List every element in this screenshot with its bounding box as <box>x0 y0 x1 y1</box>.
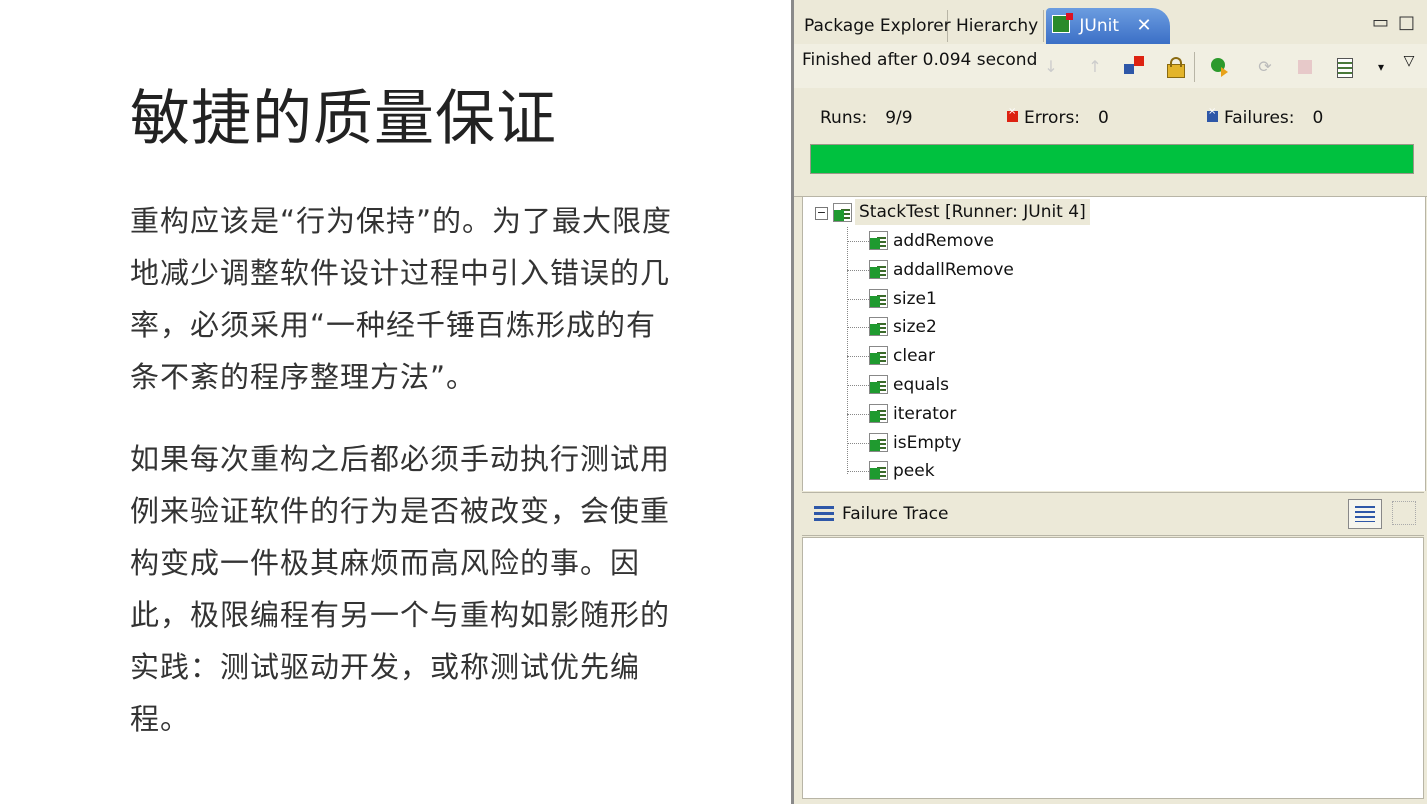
runs-label: Runs: <box>820 108 868 128</box>
view-tab-bar: Package Explorer Hierarchy JUnit ✕ ▭ □ <box>794 0 1427 44</box>
test-suite-passed-icon <box>833 203 852 222</box>
rerun-test-icon[interactable] <box>1210 56 1232 78</box>
tab-junit[interactable]: JUnit ✕ <box>1046 8 1170 44</box>
junit-toolbar: Finished after 0.094 second ↓ ↑ ⟳ ▾ ▽ <box>794 44 1427 89</box>
test-passed-icon <box>869 317 888 337</box>
close-icon[interactable]: ✕ <box>1136 15 1151 36</box>
test-item-label: clear <box>893 346 935 367</box>
test-tree: − StackTest [Runner: JUnit 4] addRemove a… <box>802 197 1426 491</box>
tab-package-explorer[interactable]: Package Explorer <box>798 10 951 42</box>
collapse-icon[interactable]: − <box>815 207 828 220</box>
slide-paragraph-2: 如果每次重构之后都必须手动执行测试用例来验证软件的行为是否被改变，会使重构变成一… <box>130 442 671 736</box>
test-passed-icon <box>869 346 888 366</box>
test-item-label: addRemove <box>893 231 994 251</box>
test-progress-fill <box>811 145 1413 173</box>
tab-junit-label: JUnit <box>1079 16 1120 36</box>
tree-connector <box>847 413 869 415</box>
tree-connector <box>847 298 869 300</box>
test-progress-bar <box>810 144 1414 174</box>
junit-view-panel: Package Explorer Hierarchy JUnit ✕ ▭ □ F… <box>791 0 1427 804</box>
failure-trace-header: Failure Trace <box>802 492 1424 536</box>
test-passed-icon <box>869 432 888 452</box>
runs-counter: Runs: 9/9 <box>820 108 913 128</box>
tab-hierarchy[interactable]: Hierarchy <box>950 10 1044 42</box>
failures-counter: Failures: 0 <box>1207 106 1324 128</box>
tree-connector <box>847 442 869 444</box>
test-item-label: equals <box>893 375 950 395</box>
run-status-text: Finished after 0.094 second <box>802 50 1038 70</box>
view-menu-icon[interactable]: ▽ <box>1398 50 1420 72</box>
slide-paragraph-1: 重构应该是“行为保持”的。为了最大限度地减少调整软件设计过程中引入错误的几率，必… <box>130 204 673 394</box>
slide-title: 敏捷的质量保证 <box>130 84 557 154</box>
test-item-label: size1 <box>893 288 937 309</box>
errors-label: Errors: <box>1024 108 1081 128</box>
failure-trace-body <box>802 537 1424 799</box>
maximize-icon[interactable]: □ <box>1398 12 1415 33</box>
test-run-history-icon[interactable] <box>1334 56 1356 78</box>
scroll-lock-icon[interactable] <box>1164 56 1186 78</box>
tree-root-label: StackTest [Runner: JUnit 4] <box>855 199 1090 225</box>
tree-connector <box>847 471 869 473</box>
test-item-label: size2 <box>893 317 937 338</box>
stack-trace-icon <box>814 506 834 522</box>
error-icon <box>1007 106 1018 122</box>
test-item-label: isEmpty <box>893 432 962 453</box>
test-passed-icon <box>869 461 888 481</box>
failure-trace-label: Failure Trace <box>842 504 949 524</box>
runs-value: 9/9 <box>885 108 913 128</box>
failure-icon <box>1207 106 1218 122</box>
tree-connector <box>847 241 869 242</box>
test-item-label: iterator <box>893 403 957 424</box>
errors-value: 0 <box>1098 108 1109 128</box>
errors-counter: Errors: 0 <box>1007 106 1109 128</box>
test-passed-icon <box>869 403 888 423</box>
filter-stack-trace-icon[interactable] <box>1348 499 1382 529</box>
tree-connector <box>847 269 869 271</box>
junit-icon <box>1052 13 1073 33</box>
tree-connector-line <box>847 227 849 474</box>
next-failure-icon[interactable]: ↓ <box>1040 56 1062 78</box>
compare-result-icon[interactable] <box>1392 501 1416 525</box>
stop-icon[interactable] <box>1294 56 1316 78</box>
test-passed-icon <box>869 259 888 279</box>
failures-label: Failures: <box>1224 108 1295 128</box>
tree-connector <box>847 385 869 386</box>
failures-value: 0 <box>1312 108 1324 128</box>
previous-failure-icon[interactable]: ↑ <box>1084 56 1106 78</box>
minimize-icon[interactable]: ▭ <box>1372 12 1389 33</box>
test-passed-icon <box>869 288 888 308</box>
test-passed-icon <box>869 375 888 394</box>
rerun-failed-first-icon[interactable]: ⟳ <box>1254 56 1276 78</box>
test-passed-icon <box>869 231 888 250</box>
test-item-label: addallRemove <box>893 259 1014 280</box>
counters-panel: Runs: 9/9 Errors: 0 Failures: 0 <box>794 88 1427 197</box>
tree-connector <box>847 327 869 329</box>
test-item-label: peek <box>893 461 935 482</box>
history-dropdown-icon[interactable]: ▾ <box>1370 56 1392 78</box>
show-failures-only-icon[interactable] <box>1124 56 1146 78</box>
toolbar-separator <box>1194 52 1195 82</box>
tree-connector <box>847 356 869 358</box>
